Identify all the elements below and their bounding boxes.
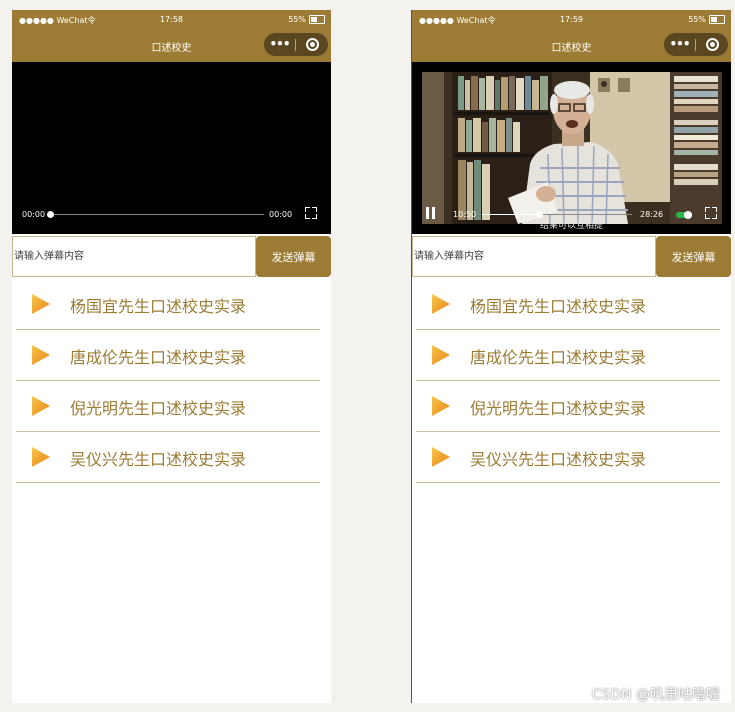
list-item-label: 唐成伦先生口述校史实录 <box>70 348 247 367</box>
list-item-label: 杨国宜先生口述校史实录 <box>70 297 247 316</box>
more-dots-icon[interactable]: ••• <box>264 33 295 56</box>
list-item[interactable]: 唐成伦先生口述校史实录 <box>416 330 720 381</box>
status-bar: ●●●●● WeChat令 17:58 55% <box>12 10 331 31</box>
bookshelf-right <box>670 72 722 224</box>
play-triangle-icon <box>432 345 450 365</box>
close-miniprogram-button[interactable] <box>296 38 328 51</box>
video-controls: 00:00 00:00 <box>12 204 331 224</box>
play-triangle-icon <box>32 345 50 365</box>
play-triangle-icon <box>32 294 50 314</box>
danmu-input[interactable] <box>412 236 656 277</box>
list-item[interactable]: 吴仪兴先生口述校史实录 <box>16 432 320 483</box>
play-triangle-icon <box>32 396 50 416</box>
phone-screen-right: ●●●●● WeChat令 17:59 55% 口述校史 ••• 10:50 2… <box>411 10 731 703</box>
battery-percent: 55% <box>288 15 306 24</box>
menu-capsule: ••• <box>264 33 328 56</box>
progress-track[interactable] <box>482 211 632 218</box>
nav-bar: 口述校史 ••• <box>12 31 331 62</box>
fullscreen-icon[interactable] <box>305 207 317 219</box>
status-time: 17:58 <box>159 15 184 24</box>
send-danmu-button[interactable]: 发送弹幕 <box>656 236 731 277</box>
current-time: 00:00 <box>22 210 46 219</box>
list-item-label: 吴仪兴先生口述校史实录 <box>470 450 647 469</box>
battery-icon <box>309 15 325 24</box>
list-item[interactable]: 吴仪兴先生口述校史实录 <box>416 432 720 483</box>
history-list: 杨国宜先生口述校史实录 唐成伦先生口述校史实录 倪光明先生口述校史实录 吴仪兴先… <box>16 279 320 483</box>
phone-screen-left: ●●●●● WeChat令 17:58 55% 口述校史 ••• 00:00 0… <box>12 10 331 703</box>
danmu-bar: 发送弹幕 <box>412 234 731 279</box>
list-item[interactable]: 唐成伦先生口述校史实录 <box>16 330 320 381</box>
menu-capsule: ••• <box>664 33 728 56</box>
status-time: 17:59 <box>559 15 584 24</box>
nav-bar: 口述校史 ••• <box>412 31 731 62</box>
list-item[interactable]: 倪光明先生口述校史实录 <box>16 381 320 432</box>
progress-track[interactable] <box>47 211 264 218</box>
close-miniprogram-button[interactable] <box>696 38 728 51</box>
danmu-bar: 发送弹幕 <box>12 234 331 279</box>
battery-percent: 55% <box>688 15 706 24</box>
list-item-label: 唐成伦先生口述校史实录 <box>470 348 647 367</box>
target-icon <box>705 38 719 51</box>
play-triangle-icon <box>32 447 50 467</box>
list-item-label: 倪光明先生口述校史实录 <box>470 399 647 418</box>
list-item-label: 倪光明先生口述校史实录 <box>70 399 247 418</box>
send-danmu-button[interactable]: 发送弹幕 <box>256 236 331 277</box>
danmu-input[interactable] <box>12 236 256 277</box>
danmu-message: 结果可以互相提 <box>539 221 603 231</box>
progress-played <box>482 214 539 215</box>
duration-time: 00:00 <box>269 210 293 219</box>
target-icon <box>305 38 319 51</box>
video-player[interactable]: 00:00 00:00 <box>12 62 331 234</box>
play-triangle-icon <box>432 447 450 467</box>
list-item[interactable]: 杨国宜先生口述校史实录 <box>416 279 720 330</box>
list-item-label: 吴仪兴先生口述校史实录 <box>70 450 247 469</box>
watermark-label: CSDN @叽里咕噜喔 <box>591 687 720 703</box>
list-item[interactable]: 杨国宜先生口述校史实录 <box>16 279 320 330</box>
play-triangle-icon <box>432 294 450 314</box>
more-dots-icon[interactable]: ••• <box>664 33 695 56</box>
battery-status: 55% <box>688 15 725 24</box>
progress-knob[interactable] <box>536 211 543 218</box>
history-list: 杨国宜先生口述校史实录 唐成伦先生口述校史实录 倪光明先生口述校史实录 吴仪兴先… <box>416 279 720 483</box>
list-item[interactable]: 倪光明先生口述校史实录 <box>416 381 720 432</box>
battery-icon <box>709 15 725 24</box>
video-player[interactable]: 10:50 28:26 结果可以互相提 <box>412 62 731 234</box>
list-item-label: 杨国宜先生口述校史实录 <box>470 297 647 316</box>
progress-knob[interactable] <box>47 211 54 218</box>
play-triangle-icon <box>432 396 450 416</box>
battery-status: 55% <box>288 15 325 24</box>
video-frame <box>422 72 722 224</box>
status-bar: ●●●●● WeChat令 17:59 55% <box>412 10 731 31</box>
